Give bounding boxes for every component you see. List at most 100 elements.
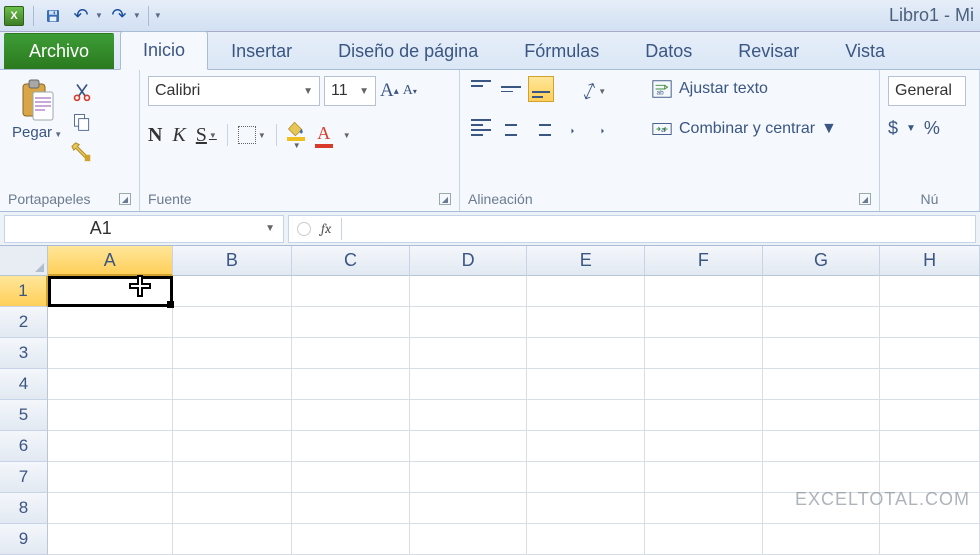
cell[interactable]	[880, 307, 980, 338]
cell[interactable]	[48, 462, 173, 493]
align-center-button[interactable]	[498, 114, 524, 140]
tab-view[interactable]: Vista	[822, 32, 908, 70]
cell[interactable]	[880, 431, 980, 462]
cell[interactable]	[527, 369, 645, 400]
font-color-button[interactable]: A	[315, 120, 333, 150]
underline-button[interactable]: S▼	[196, 120, 217, 150]
align-bottom-button[interactable]	[528, 76, 554, 102]
cell[interactable]	[292, 307, 410, 338]
font-size-combo[interactable]: 11▼	[324, 76, 376, 106]
format-painter-icon[interactable]	[70, 140, 94, 164]
column-header-H[interactable]: H	[880, 246, 980, 276]
borders-button[interactable]: ▼	[238, 120, 266, 150]
redo-dropdown-icon[interactable]: ▼	[133, 11, 141, 20]
row-header-5[interactable]: 5	[0, 400, 48, 431]
number-format-combo[interactable]: General	[888, 76, 966, 106]
clipboard-dialog-launcher-icon[interactable]: ◢	[119, 193, 131, 205]
active-cell[interactable]	[48, 276, 173, 307]
column-header-D[interactable]: D	[410, 246, 528, 276]
cell[interactable]	[48, 431, 173, 462]
cell[interactable]	[410, 493, 528, 524]
cell[interactable]	[645, 276, 763, 307]
align-right-button[interactable]	[528, 114, 554, 140]
cell[interactable]	[410, 307, 528, 338]
fill-color-button[interactable]: ▼	[287, 120, 305, 150]
cell[interactable]	[880, 524, 980, 555]
tab-file[interactable]: Archivo	[4, 33, 114, 69]
cell[interactable]	[645, 524, 763, 555]
cell[interactable]	[48, 369, 173, 400]
tab-insert[interactable]: Insertar	[208, 32, 315, 70]
row-header-9[interactable]: 9	[0, 524, 48, 555]
align-top-button[interactable]	[468, 76, 494, 102]
column-header-A[interactable]: A	[48, 246, 173, 276]
currency-button[interactable]: $	[888, 118, 898, 139]
cell[interactable]	[48, 307, 173, 338]
formula-bar[interactable]: fx	[288, 215, 976, 243]
select-all-corner[interactable]	[0, 246, 48, 276]
row-header-6[interactable]: 6	[0, 431, 48, 462]
cell[interactable]	[527, 524, 645, 555]
cell[interactable]	[880, 338, 980, 369]
row-header-4[interactable]: 4	[0, 369, 48, 400]
cell[interactable]	[763, 431, 881, 462]
cell[interactable]	[645, 431, 763, 462]
font-dialog-launcher-icon[interactable]: ◢	[439, 193, 451, 205]
cell[interactable]	[48, 338, 173, 369]
cell[interactable]	[292, 462, 410, 493]
cell[interactable]	[763, 524, 881, 555]
cell[interactable]	[173, 307, 293, 338]
cell[interactable]	[410, 369, 528, 400]
qat-customize-icon[interactable]: ▼	[154, 11, 162, 20]
cell[interactable]	[763, 369, 881, 400]
decrease-font-icon[interactable]: A▾	[403, 76, 417, 106]
align-middle-button[interactable]	[498, 76, 524, 102]
orientation-button[interactable]: ⤢▼	[566, 76, 622, 106]
cell[interactable]	[527, 493, 645, 524]
column-header-G[interactable]: G	[763, 246, 881, 276]
merge-center-button[interactable]: a Combinar y centrar ▼	[647, 116, 841, 142]
row-header-2[interactable]: 2	[0, 307, 48, 338]
cell[interactable]	[173, 338, 293, 369]
paste-button[interactable]: Pegar ▼	[8, 76, 66, 143]
cell[interactable]	[410, 524, 528, 555]
column-header-E[interactable]: E	[527, 246, 645, 276]
cell[interactable]	[410, 462, 528, 493]
cell[interactable]	[173, 462, 293, 493]
cell[interactable]	[645, 369, 763, 400]
row-header-1[interactable]: 1	[0, 276, 48, 307]
undo-icon[interactable]: ↶	[69, 4, 93, 28]
cell[interactable]	[292, 400, 410, 431]
tab-home[interactable]: Inicio	[120, 31, 208, 70]
cell[interactable]	[292, 276, 410, 307]
save-icon[interactable]	[41, 4, 65, 28]
cell[interactable]	[880, 400, 980, 431]
cell[interactable]	[527, 276, 645, 307]
increase-font-icon[interactable]: A▴	[380, 76, 399, 106]
cell[interactable]	[173, 369, 293, 400]
cell[interactable]	[527, 400, 645, 431]
cell[interactable]	[410, 276, 528, 307]
cell[interactable]	[292, 493, 410, 524]
cell[interactable]	[173, 524, 293, 555]
cut-icon[interactable]	[70, 80, 94, 104]
bold-button[interactable]: N	[148, 120, 162, 150]
cell[interactable]	[410, 400, 528, 431]
cell[interactable]	[645, 400, 763, 431]
cell[interactable]	[173, 400, 293, 431]
name-box[interactable]: A1 ▼	[4, 215, 284, 243]
cell[interactable]	[48, 400, 173, 431]
tab-review[interactable]: Revisar	[715, 32, 822, 70]
cell[interactable]	[645, 338, 763, 369]
cell[interactable]	[645, 462, 763, 493]
column-header-B[interactable]: B	[173, 246, 293, 276]
alignment-dialog-launcher-icon[interactable]: ◢	[859, 193, 871, 205]
cell[interactable]	[763, 400, 881, 431]
cell[interactable]	[292, 338, 410, 369]
row-header-7[interactable]: 7	[0, 462, 48, 493]
cell[interactable]	[410, 338, 528, 369]
percent-button[interactable]: %	[924, 118, 940, 139]
cell[interactable]	[48, 524, 173, 555]
cell[interactable]	[527, 307, 645, 338]
align-left-button[interactable]	[468, 114, 494, 140]
